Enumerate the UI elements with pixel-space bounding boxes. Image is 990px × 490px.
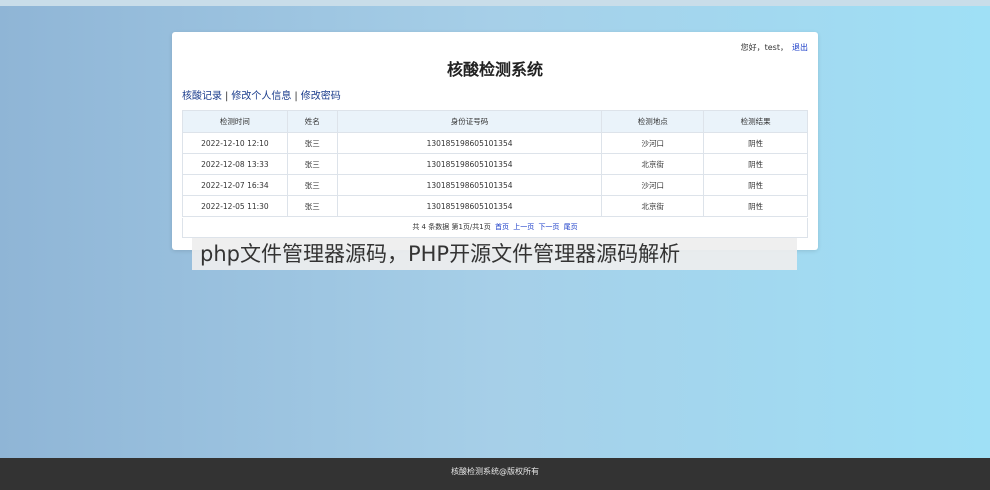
prev-page-link[interactable]: 上一页 [513, 223, 534, 231]
table-row: 2022-12-05 11:30 张三 130185198605101354 北… [182, 195, 808, 217]
cell-location: 北京街 [601, 195, 705, 217]
cell-id: 130185198605101354 [336, 132, 603, 154]
column-header-name: 姓名 [286, 110, 338, 133]
nav-item-records[interactable]: 核酸记录 [182, 91, 222, 102]
cell-time: 2022-12-05 11:30 [182, 195, 288, 217]
table-row: 2022-12-10 12:10 张三 130185198605101354 沙… [182, 132, 808, 154]
column-header-id: 身份证号码 [336, 110, 603, 133]
copyright-text: 核酸检测系统@版权所有 [451, 467, 539, 476]
next-page-link[interactable]: 下一页 [538, 223, 559, 231]
cell-name: 张三 [286, 132, 338, 154]
cell-name: 张三 [286, 174, 338, 196]
last-page-link[interactable]: 尾页 [564, 223, 578, 231]
pagination-summary: 共 4 条数据 第1页/共1页 [412, 223, 491, 231]
cell-name: 张三 [286, 195, 338, 217]
cell-result: 阴性 [703, 153, 808, 175]
cell-name: 张三 [286, 153, 338, 175]
nav-separator: | [225, 91, 229, 102]
cell-id: 130185198605101354 [336, 174, 603, 196]
first-page-link[interactable]: 首页 [495, 223, 509, 231]
column-header-location: 检测地点 [601, 110, 705, 133]
cell-id: 130185198605101354 [336, 153, 603, 175]
top-strip [0, 0, 990, 6]
greeting-text: 您好，test， [740, 43, 788, 52]
table-header-row: 检测时间 姓名 身份证号码 检测地点 检测结果 [182, 110, 808, 133]
article-caption: php文件管理器源码，PHP开源文件管理器源码解析 [192, 238, 797, 270]
table-row: 2022-12-07 16:34 张三 130185198605101354 沙… [182, 174, 808, 196]
user-greeting: 您好，test， 退出 [741, 42, 808, 53]
column-header-time: 检测时间 [182, 110, 288, 133]
cell-location: 沙河口 [601, 132, 705, 154]
cell-location: 北京街 [601, 153, 705, 175]
main-panel: 您好，test， 退出 核酸检测系统 核酸记录 | 修改个人信息 | 修改密码 检测时间 … [172, 32, 818, 250]
table-row: 2022-12-08 13:33 张三 130185198605101354 北… [182, 153, 808, 175]
cell-result: 阴性 [703, 132, 808, 154]
nav-item-profile[interactable]: 修改个人信息 [231, 91, 291, 102]
page-title: 核酸检测系统 [446, 60, 543, 79]
cell-result: 阴性 [703, 195, 808, 217]
cell-id: 130185198605101354 [336, 195, 603, 217]
logout-link[interactable]: 退出 [792, 43, 808, 52]
cell-location: 沙河口 [601, 174, 705, 196]
footer: 核酸检测系统@版权所有 [0, 458, 990, 490]
column-header-result: 检测结果 [703, 110, 808, 133]
nav-separator: | [294, 91, 298, 102]
cell-time: 2022-12-08 13:33 [182, 153, 288, 175]
cell-time: 2022-12-10 12:10 [182, 132, 288, 154]
pagination: 共 4 条数据 第1页/共1页 首页 上一页 下一页 尾页 [182, 218, 808, 238]
records-table: 检测时间 姓名 身份证号码 检测地点 检测结果 2022-12-10 12:10… [182, 110, 808, 217]
cell-result: 阴性 [703, 174, 808, 196]
cell-time: 2022-12-07 16:34 [182, 174, 288, 196]
nav-item-password[interactable]: 修改密码 [301, 91, 341, 102]
nav-bar: 核酸记录 | 修改个人信息 | 修改密码 [182, 87, 341, 102]
